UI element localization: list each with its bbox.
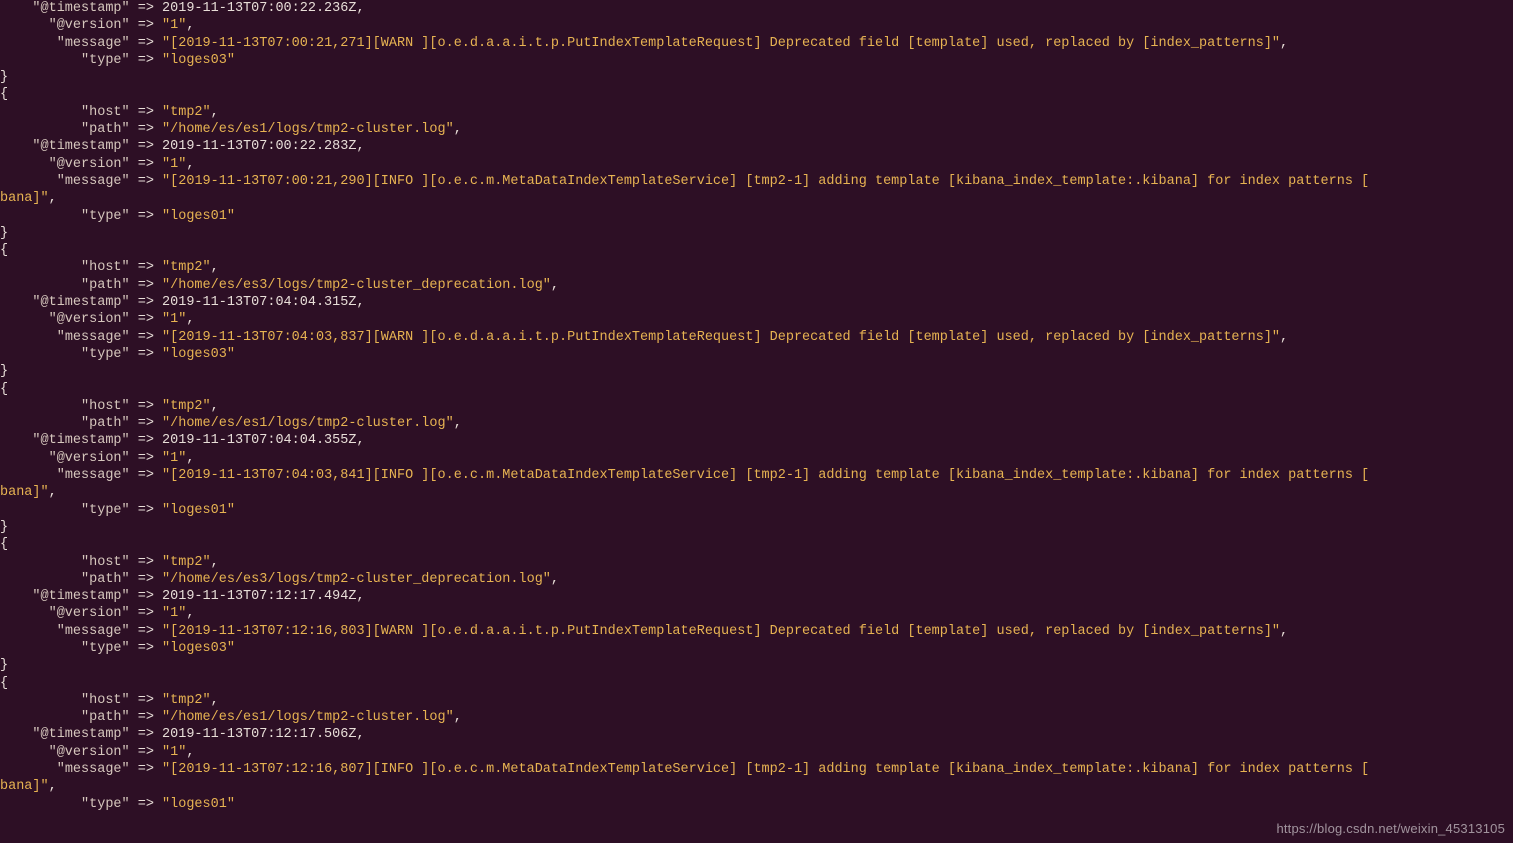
log-brace-close: } (0, 519, 1513, 536)
log-brace-open: { (0, 381, 1513, 398)
log-brace-close: } (0, 657, 1513, 674)
log-line: "message" => "[2019-11-13T07:00:21,271][… (0, 35, 1513, 52)
log-line: "path" => "/home/es/es1/logs/tmp2-cluste… (0, 415, 1513, 432)
log-line: "host" => "tmp2", (0, 259, 1513, 276)
log-line: "path" => "/home/es/es3/logs/tmp2-cluste… (0, 571, 1513, 588)
log-line: "host" => "tmp2", (0, 104, 1513, 121)
log-line: "path" => "/home/es/es3/logs/tmp2-cluste… (0, 277, 1513, 294)
log-line-continuation: bana]", (0, 484, 1513, 501)
log-line: "@timestamp" => 2019-11-13T07:04:04.355Z… (0, 432, 1513, 449)
log-brace-close: } (0, 225, 1513, 242)
log-line-continuation: bana]", (0, 190, 1513, 207)
log-line: "@timestamp" => 2019-11-13T07:00:22.283Z… (0, 138, 1513, 155)
log-line: "path" => "/home/es/es1/logs/tmp2-cluste… (0, 121, 1513, 138)
log-line: "message" => "[2019-11-13T07:00:21,290][… (0, 173, 1513, 190)
log-line: "host" => "tmp2", (0, 692, 1513, 709)
terminal-output[interactable]: "@timestamp" => 2019-11-13T07:00:22.236Z… (0, 0, 1513, 813)
log-line: "host" => "tmp2", (0, 554, 1513, 571)
log-line: "@timestamp" => 2019-11-13T07:04:04.315Z… (0, 294, 1513, 311)
log-line: "message" => "[2019-11-13T07:12:16,803][… (0, 623, 1513, 640)
log-line: "type" => "loges03" (0, 640, 1513, 657)
log-line: "type" => "loges03" (0, 52, 1513, 69)
log-line: "path" => "/home/es/es1/logs/tmp2-cluste… (0, 709, 1513, 726)
log-line: "host" => "tmp2", (0, 398, 1513, 415)
log-line-continuation: bana]", (0, 778, 1513, 795)
log-line: "message" => "[2019-11-13T07:04:03,837][… (0, 329, 1513, 346)
log-brace-close: } (0, 69, 1513, 86)
log-line: "message" => "[2019-11-13T07:04:03,841][… (0, 467, 1513, 484)
log-line: "type" => "loges01" (0, 208, 1513, 225)
log-brace-open: { (0, 86, 1513, 103)
log-line: "@version" => "1", (0, 156, 1513, 173)
watermark-text: https://blog.csdn.net/weixin_45313105 (1276, 820, 1505, 837)
log-brace-open: { (0, 675, 1513, 692)
log-line: "type" => "loges03" (0, 346, 1513, 363)
log-line: "@version" => "1", (0, 311, 1513, 328)
log-line: "@version" => "1", (0, 744, 1513, 761)
log-line: "@timestamp" => 2019-11-13T07:00:22.236Z… (0, 0, 1513, 17)
log-brace-close: } (0, 363, 1513, 380)
log-line: "message" => "[2019-11-13T07:12:16,807][… (0, 761, 1513, 778)
log-brace-open: { (0, 536, 1513, 553)
log-line: "@timestamp" => 2019-11-13T07:12:17.494Z… (0, 588, 1513, 605)
log-line: "@version" => "1", (0, 605, 1513, 622)
log-line: "@version" => "1", (0, 17, 1513, 34)
log-line: "type" => "loges01" (0, 796, 1513, 813)
log-line: "@timestamp" => 2019-11-13T07:12:17.506Z… (0, 726, 1513, 743)
log-line: "@version" => "1", (0, 450, 1513, 467)
log-brace-open: { (0, 242, 1513, 259)
log-line: "type" => "loges01" (0, 502, 1513, 519)
